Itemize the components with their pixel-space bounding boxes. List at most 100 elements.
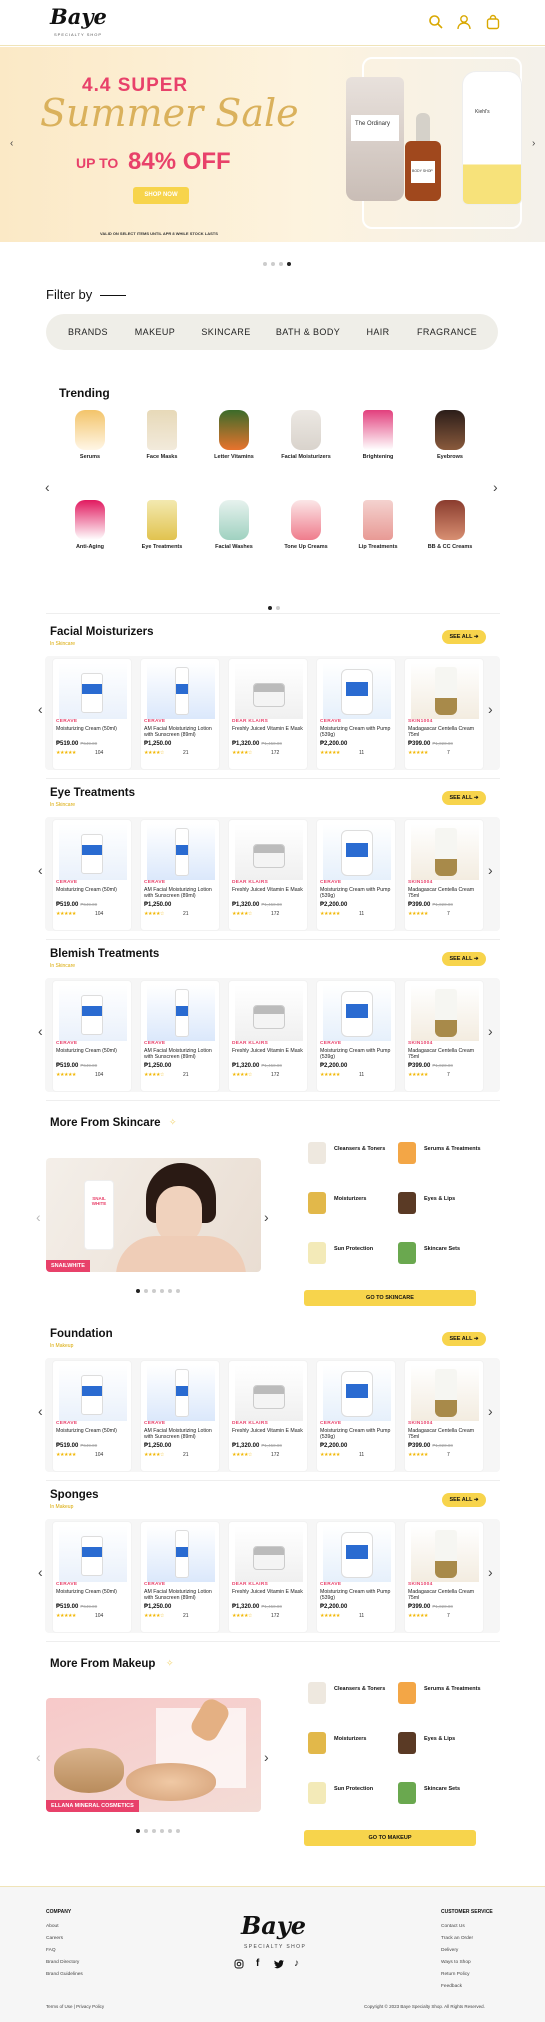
footer-link-careers[interactable]: Careers: [46, 1936, 63, 1941]
trending-item[interactable]: Face Masks: [132, 410, 192, 460]
product-next-arrow[interactable]: ›: [488, 1024, 493, 1038]
see-all-button[interactable]: SEE ALL ➔: [442, 1332, 486, 1346]
product-card[interactable]: SKIN1004 Madagascar Centella Cream 75ml ₱3…: [404, 658, 484, 770]
subcategory-image[interactable]: [308, 1142, 326, 1164]
more-makeup-image[interactable]: ELLANA MINERAL COSMETICS: [46, 1698, 261, 1812]
subcategory-label[interactable]: Sun Protection: [334, 1786, 394, 1793]
product-card[interactable]: CERAVE Moisturizing Cream (50ml) ₱519.00 ₱6…: [52, 658, 132, 770]
dot[interactable]: [168, 1829, 172, 1833]
product-card[interactable]: CERAVE Moisturizing Cream with Pump (539g…: [316, 980, 396, 1092]
hero-next-arrow[interactable]: ›: [532, 137, 535, 151]
subcategory-image[interactable]: [398, 1682, 416, 1704]
subcategory-image[interactable]: [398, 1732, 416, 1754]
filter-skincare[interactable]: SKINCARE: [201, 314, 250, 350]
footer-link-feedback[interactable]: Feedback: [441, 1984, 462, 1989]
footer-link-ways-to-shop[interactable]: Ways to Shop: [441, 1960, 471, 1965]
see-all-button[interactable]: SEE ALL ➔: [442, 1493, 486, 1507]
footer-logo[interactable]: Baye: [241, 1911, 306, 1940]
subcategory-label[interactable]: Serums & Treatments: [424, 1146, 484, 1153]
subcategory-label[interactable]: Eyes & Lips: [424, 1736, 484, 1743]
trending-dot[interactable]: [276, 606, 280, 610]
hero-banner[interactable]: 4.4 SUPER Summer Sale UP TO 84% OFF SHOP…: [0, 47, 545, 242]
product-card[interactable]: SKIN1004 Madagascar Centella Cream 75ml ₱3…: [404, 819, 484, 931]
dot[interactable]: [144, 1289, 148, 1293]
footer-legal[interactable]: Terms of Use | Privacy Policy: [46, 2004, 104, 2009]
dot[interactable]: [152, 1289, 156, 1293]
dot[interactable]: [176, 1289, 180, 1293]
twitter-icon[interactable]: [274, 1960, 284, 1969]
dot[interactable]: [136, 1829, 140, 1833]
instagram-icon[interactable]: [234, 1959, 244, 1969]
product-card[interactable]: CERAVE Moisturizing Cream (50ml) ₱519.00 ₱6…: [52, 980, 132, 1092]
see-all-button[interactable]: SEE ALL ➔: [442, 791, 486, 805]
search-icon[interactable]: [428, 14, 444, 30]
hero-dot[interactable]: [279, 262, 283, 266]
more-skincare-image[interactable]: SNAIL WHITE SNAILWHITE: [46, 1158, 261, 1272]
product-card[interactable]: DEAR KLAIRS Freshly Juiced Vitamin E Mask…: [228, 658, 308, 770]
product-card[interactable]: CERAVE AM Facial Moisturizing Lotion with…: [140, 1360, 220, 1472]
see-all-button[interactable]: SEE ALL ➔: [442, 952, 486, 966]
product-card[interactable]: CERAVE AM Facial Moisturizing Lotion with…: [140, 819, 220, 931]
trending-item[interactable]: Facial Washes: [204, 500, 264, 550]
trending-item[interactable]: Eye Treatments: [132, 500, 192, 550]
subcategory-label[interactable]: Eyes & Lips: [424, 1196, 484, 1203]
subcategory-label[interactable]: Moisturizers: [334, 1196, 394, 1203]
product-card[interactable]: CERAVE Moisturizing Cream (50ml) ₱519.00 ₱6…: [52, 1360, 132, 1472]
trending-item[interactable]: Eyebrows: [420, 410, 480, 460]
hero-dot[interactable]: [263, 262, 267, 266]
product-card[interactable]: CERAVE Moisturizing Cream with Pump (539g…: [316, 1360, 396, 1472]
see-all-button[interactable]: SEE ALL ➔: [442, 630, 486, 644]
filter-bath-body[interactable]: BATH & BODY: [276, 314, 340, 350]
filter-makeup[interactable]: MAKEUP: [135, 314, 175, 350]
product-card[interactable]: CERAVE AM Facial Moisturizing Lotion with…: [140, 980, 220, 1092]
dot[interactable]: [136, 1289, 140, 1293]
product-prev-arrow[interactable]: ‹: [38, 1024, 43, 1038]
footer-link-brand-guidelines[interactable]: Brand Guidelines: [46, 1972, 83, 1977]
subcategory-image[interactable]: [398, 1242, 416, 1264]
product-card[interactable]: SKIN1004 Madagascar Centella Cream 75ml ₱3…: [404, 980, 484, 1092]
header-logo[interactable]: Baye: [50, 4, 107, 29]
trending-prev-arrow[interactable]: ‹: [45, 480, 50, 494]
subcategory-label[interactable]: Moisturizers: [334, 1736, 394, 1743]
more-skincare-dots[interactable]: [134, 1280, 182, 1298]
more-skincare-prev-arrow[interactable]: ‹: [36, 1210, 41, 1224]
user-icon[interactable]: [456, 14, 472, 30]
go-to-makeup-button[interactable]: GO TO MAKEUP: [304, 1830, 476, 1846]
tiktok-icon[interactable]: ♪: [294, 1958, 299, 1969]
trending-dot-active[interactable]: [268, 606, 272, 610]
footer-link-about[interactable]: About: [46, 1924, 59, 1929]
subcategory-image[interactable]: [398, 1142, 416, 1164]
footer-link-faq[interactable]: FAQ: [46, 1948, 56, 1953]
filter-brands[interactable]: BRANDS: [68, 314, 108, 350]
product-card[interactable]: CERAVE Moisturizing Cream (50ml) ₱519.00 ₱6…: [52, 1521, 132, 1633]
subcategory-label[interactable]: Skincare Sets: [424, 1246, 484, 1253]
footer-link-return-policy[interactable]: Return Policy: [441, 1972, 470, 1977]
product-card[interactable]: CERAVE Moisturizing Cream with Pump (539g…: [316, 819, 396, 931]
subcategory-label[interactable]: Skincare Sets: [424, 1786, 484, 1793]
product-card[interactable]: CERAVE AM Facial Moisturizing Lotion with…: [140, 658, 220, 770]
product-card[interactable]: CERAVE Moisturizing Cream with Pump (539g…: [316, 658, 396, 770]
product-card[interactable]: CERAVE AM Facial Moisturizing Lotion with…: [140, 1521, 220, 1633]
subcategory-image[interactable]: [308, 1682, 326, 1704]
product-card[interactable]: SKIN1004 Madagascar Centella Cream 75ml ₱3…: [404, 1521, 484, 1633]
hero-dots[interactable]: [261, 253, 293, 271]
product-next-arrow[interactable]: ›: [488, 1404, 493, 1418]
subcategory-image[interactable]: [308, 1242, 326, 1264]
subcategory-image[interactable]: [308, 1192, 326, 1214]
trending-item[interactable]: Lip Treatments: [348, 500, 408, 550]
footer-link-track[interactable]: Track an Order: [441, 1936, 473, 1941]
subcategory-image[interactable]: [398, 1192, 416, 1214]
dot[interactable]: [168, 1289, 172, 1293]
more-skincare-tag[interactable]: SNAILWHITE: [46, 1260, 90, 1272]
product-card[interactable]: DEAR KLAIRS Freshly Juiced Vitamin E Mask…: [228, 1521, 308, 1633]
product-next-arrow[interactable]: ›: [488, 702, 493, 716]
subcategory-label[interactable]: Cleansers & Toners: [334, 1146, 394, 1153]
trending-next-arrow[interactable]: ›: [493, 480, 498, 494]
hero-dot[interactable]: [271, 262, 275, 266]
product-prev-arrow[interactable]: ‹: [38, 1565, 43, 1579]
subcategory-image[interactable]: [398, 1782, 416, 1804]
hero-prev-arrow[interactable]: ‹: [10, 137, 13, 151]
subcategory-label[interactable]: Cleansers & Toners: [334, 1686, 394, 1693]
product-card[interactable]: CERAVE Moisturizing Cream with Pump (539g…: [316, 1521, 396, 1633]
footer-link-delivery[interactable]: Delivery: [441, 1948, 458, 1953]
